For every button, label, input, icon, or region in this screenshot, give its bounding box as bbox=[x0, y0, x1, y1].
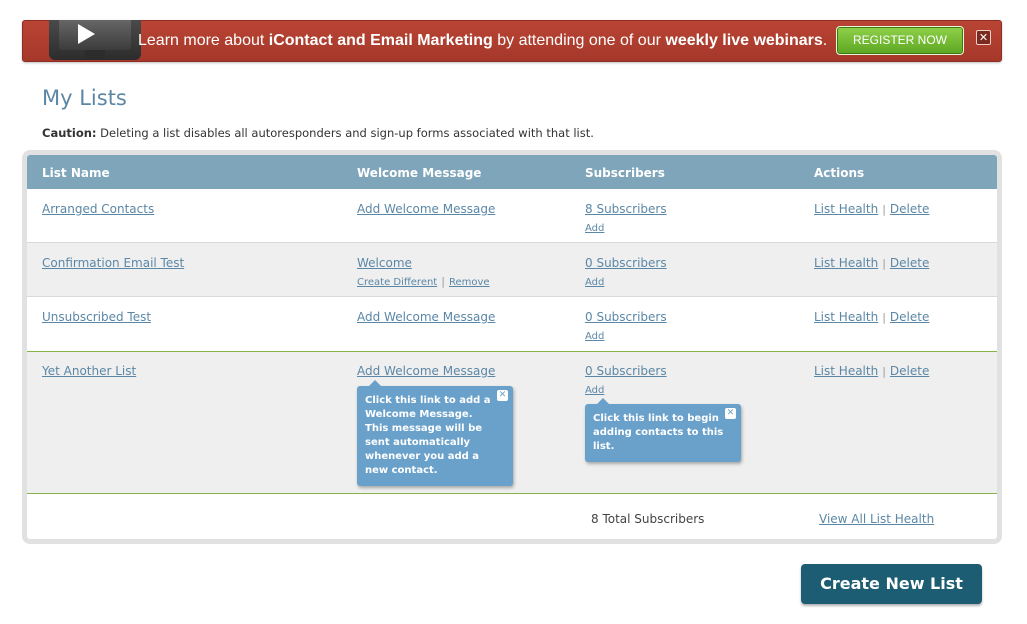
list-name-link[interactable]: Confirmation Email Test bbox=[42, 256, 184, 270]
table-row: Unsubscribed Test Add Welcome Message 0 … bbox=[42, 310, 930, 342]
add-welcome-message-link[interactable]: Add Welcome Message bbox=[357, 202, 495, 216]
table-row: Confirmation Email Test Welcome Create D… bbox=[27, 243, 997, 297]
table-row-selected: Yet Another List Add Welcome Message 0 S… bbox=[27, 351, 997, 494]
add-welcome-message-link[interactable]: Add Welcome Message bbox=[357, 310, 495, 324]
subscribers-link[interactable]: 0 Subscribers bbox=[585, 364, 667, 378]
add-welcome-message-link[interactable]: Add Welcome Message bbox=[357, 364, 495, 378]
lists-table: List Name Welcome Message Subscribers Ac… bbox=[22, 150, 1002, 544]
delete-link[interactable]: Delete bbox=[890, 256, 929, 270]
list-health-link[interactable]: List Health bbox=[814, 256, 878, 270]
subscribers-link[interactable]: 0 Subscribers bbox=[585, 310, 667, 324]
webinar-banner: Learn more about iContact and Email Mark… bbox=[22, 20, 1002, 62]
video-play-icon bbox=[49, 20, 141, 60]
banner-message: Learn more about iContact and Email Mark… bbox=[138, 32, 828, 49]
caution-note: Caution: Deleting a list disables all au… bbox=[42, 126, 594, 140]
column-header-subscribers: Subscribers bbox=[585, 166, 665, 180]
page-title: My Lists bbox=[42, 86, 127, 110]
list-name-link[interactable]: Arranged Contacts bbox=[42, 202, 154, 216]
close-icon[interactable]: ✕ bbox=[976, 30, 991, 45]
create-different-link[interactable]: Create Different bbox=[357, 277, 437, 288]
list-name-link[interactable]: Yet Another List bbox=[42, 364, 136, 378]
delete-link[interactable]: Delete bbox=[890, 364, 929, 378]
welcome-message-link[interactable]: Welcome bbox=[357, 256, 412, 270]
view-all-list-health-link[interactable]: View All List Health bbox=[819, 512, 934, 526]
remove-link[interactable]: Remove bbox=[449, 277, 490, 288]
add-contacts-tooltip: ✕ Click this link to begin adding contac… bbox=[585, 398, 741, 462]
subscribers-link[interactable]: 0 Subscribers bbox=[585, 256, 667, 270]
table-row: Arranged Contacts Add Welcome Message 8 … bbox=[27, 189, 997, 243]
delete-link[interactable]: Delete bbox=[890, 202, 929, 216]
list-name-link[interactable]: Unsubscribed Test bbox=[42, 310, 151, 324]
register-now-button[interactable]: REGISTER NOW bbox=[836, 26, 964, 55]
add-subscribers-link[interactable]: Add bbox=[585, 277, 604, 288]
tooltip-close-icon[interactable]: ✕ bbox=[725, 408, 736, 419]
add-subscribers-link[interactable]: Add bbox=[585, 331, 604, 342]
total-subscribers: 8 Total Subscribers bbox=[591, 512, 705, 526]
list-health-link[interactable]: List Health bbox=[814, 364, 878, 378]
column-header-welcome-message: Welcome Message bbox=[357, 166, 482, 180]
column-header-list-name: List Name bbox=[42, 166, 110, 180]
delete-link[interactable]: Delete bbox=[890, 310, 929, 324]
create-new-list-button[interactable]: Create New List bbox=[801, 564, 982, 604]
welcome-message-tooltip: ✕ Click this link to add a Welcome Messa… bbox=[357, 380, 513, 486]
list-health-link[interactable]: List Health bbox=[814, 310, 878, 324]
subscribers-link[interactable]: 8 Subscribers bbox=[585, 202, 667, 216]
list-health-link[interactable]: List Health bbox=[814, 202, 878, 216]
add-subscribers-link[interactable]: Add bbox=[585, 223, 604, 234]
table-header: List Name Welcome Message Subscribers Ac… bbox=[27, 155, 997, 189]
column-header-actions: Actions bbox=[814, 166, 865, 180]
add-subscribers-link[interactable]: Add bbox=[585, 385, 604, 396]
table-footer: 8 Total Subscribers View All List Health bbox=[27, 494, 997, 539]
tooltip-close-icon[interactable]: ✕ bbox=[497, 390, 508, 401]
